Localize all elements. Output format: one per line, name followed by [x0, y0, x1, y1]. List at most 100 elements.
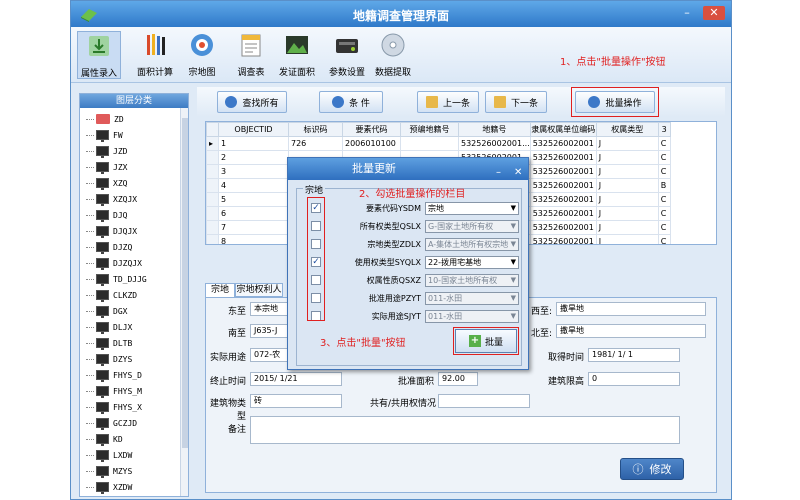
layer-tree-scrollbar[interactable] [180, 108, 188, 496]
table-cell[interactable]: 726 [288, 136, 343, 151]
field-dropdown[interactable]: 22-拨用宅基地 ▼ [425, 256, 519, 269]
row-selector[interactable] [206, 206, 219, 221]
south-field[interactable]: J635-J [250, 324, 290, 338]
layer-item[interactable]: DJQJX [86, 224, 137, 238]
layer-item[interactable]: TD_DJJG [86, 272, 147, 286]
east-field[interactable]: 本宗地 [250, 302, 290, 316]
dialog-close-button[interactable]: ✕ [514, 162, 522, 184]
table-cell[interactable]: B [657, 178, 671, 193]
field-dropdown[interactable]: 011-水田 ▼ [425, 292, 519, 305]
layer-item[interactable]: FHYS_M [86, 384, 142, 398]
layer-item[interactable]: DGX [86, 304, 127, 318]
field-dropdown[interactable]: 宗地 ▼ [425, 202, 519, 215]
table-cell[interactable]: 532526002001 [529, 164, 597, 179]
layer-item[interactable]: JZX [86, 160, 127, 174]
north-field[interactable]: 撒旱地 [556, 324, 706, 338]
row-selector[interactable]: ▸ [206, 136, 219, 151]
layer-item[interactable]: DJZQJX [86, 256, 142, 270]
tab-parcel[interactable]: 宗地 [205, 283, 235, 297]
table-cell[interactable]: 5 [218, 192, 289, 207]
tool-area-calc[interactable]: 面积计算 [135, 31, 175, 79]
layer-item[interactable]: DZYS [86, 352, 132, 366]
close-button[interactable]: ✕ [703, 6, 725, 20]
table-cell[interactable]: 532526002001 [529, 220, 597, 235]
table-cell[interactable]: J [595, 220, 659, 235]
tab-parcel-owner[interactable]: 宗地权利人 [235, 283, 283, 297]
row-selector[interactable] [206, 234, 219, 244]
layer-item[interactable]: FW [86, 128, 123, 142]
layer-item[interactable]: LXDW [86, 448, 132, 462]
layer-item[interactable]: DLTB [86, 336, 132, 350]
tool-data-extract[interactable]: 数据提取 [373, 31, 413, 79]
column-header[interactable]: 3 [657, 122, 671, 137]
layer-item[interactable]: XZQJX [86, 192, 137, 206]
row-selector[interactable] [206, 150, 219, 165]
scroll-thumb[interactable] [182, 118, 188, 448]
table-cell[interactable]: C [657, 136, 671, 151]
dialog-minimize-button[interactable]: – [496, 162, 501, 184]
table-cell[interactable]: 532526002001 [529, 206, 597, 221]
table-cell[interactable]: 532526002001 [529, 234, 597, 244]
building-type-field[interactable]: 砖 [250, 394, 342, 408]
table-cell[interactable]: 4 [218, 178, 289, 193]
modify-button[interactable]: ⓘ 修改 [620, 458, 684, 480]
field-dropdown[interactable]: A-集体土地所有权宗地 ▼ [425, 238, 519, 251]
condition-button[interactable]: 条 件 [319, 91, 383, 113]
layer-item[interactable]: DLJX [86, 320, 132, 334]
table-cell[interactable]: J [595, 164, 659, 179]
layer-item[interactable]: FHYS_D [86, 368, 142, 382]
table-cell[interactable]: C [657, 220, 671, 235]
layer-item[interactable]: FHYS_X [86, 400, 142, 414]
layer-item[interactable]: DJQ [86, 208, 127, 222]
row-selector[interactable] [206, 164, 219, 179]
tool-cert-area[interactable]: 发证面积 [277, 31, 317, 79]
tool-parcel-map[interactable]: 宗地图 [183, 31, 221, 79]
shared-field[interactable] [438, 394, 530, 408]
table-cell[interactable]: C [657, 192, 671, 207]
table-cell[interactable]: 532526002001... [458, 136, 531, 151]
table-cell[interactable]: C [657, 234, 671, 244]
layer-item[interactable]: XZQ [86, 176, 127, 190]
table-cell[interactable]: 7 [218, 220, 289, 235]
tool-survey-table[interactable]: 调查表 [233, 31, 269, 79]
next-record-button[interactable]: 下一条 [485, 91, 547, 113]
layer-item[interactable]: XZDW [86, 480, 132, 494]
layer-item[interactable]: KD [86, 432, 123, 446]
table-cell[interactable]: 3 [218, 164, 289, 179]
table-cell[interactable]: 6 [218, 206, 289, 221]
layer-item[interactable]: GCZJD [86, 416, 137, 430]
column-header[interactable]: 标识码 [288, 122, 343, 137]
row-selector[interactable] [206, 178, 219, 193]
table-cell[interactable]: 532526002001 [529, 136, 597, 151]
column-header[interactable]: OBJECTID [218, 122, 289, 137]
field-dropdown[interactable]: 011-水田 ▼ [425, 310, 519, 323]
table-cell[interactable]: J [595, 136, 659, 151]
layer-item[interactable]: DJZQ [86, 240, 132, 254]
column-header[interactable]: 权属类型 [595, 122, 659, 137]
table-cell[interactable]: C [657, 206, 671, 221]
column-header[interactable]: 隶属权属单位编码 [529, 122, 597, 137]
table-cell[interactable]: 532526002001 [529, 192, 597, 207]
actual-use-field[interactable]: 072-农 [250, 348, 290, 362]
remark-field[interactable] [250, 416, 680, 444]
tool-param-settings[interactable]: 参数设置 [327, 31, 367, 79]
table-cell[interactable]: C [657, 150, 671, 165]
column-header[interactable]: 要素代码 [342, 122, 401, 137]
end-time-field[interactable]: 2015/ 1/21 [250, 372, 342, 386]
table-cell[interactable] [400, 136, 459, 151]
table-cell[interactable]: C [657, 164, 671, 179]
table-cell[interactable]: 532526002001 [529, 178, 597, 193]
table-row[interactable]: ▸ 1 726 2006010100 532526002001... 5325260020… [206, 136, 671, 151]
acquire-time-field[interactable]: 1981/ 1/ 1 [588, 348, 680, 362]
layer-item[interactable]: JZD [86, 144, 127, 158]
layer-item[interactable]: CLKZD [86, 288, 137, 302]
table-cell[interactable]: J [595, 234, 659, 244]
layer-item[interactable]: ZD [86, 112, 124, 126]
prev-record-button[interactable]: 上一条 [417, 91, 479, 113]
table-cell[interactable]: 2 [218, 150, 289, 165]
tool-attribute-entry[interactable]: 属性录入 [77, 31, 121, 79]
row-selector[interactable] [206, 220, 219, 235]
table-cell[interactable]: 2006010100 [342, 136, 401, 151]
minimize-button[interactable]: – [679, 6, 695, 20]
table-cell[interactable]: J [595, 150, 659, 165]
